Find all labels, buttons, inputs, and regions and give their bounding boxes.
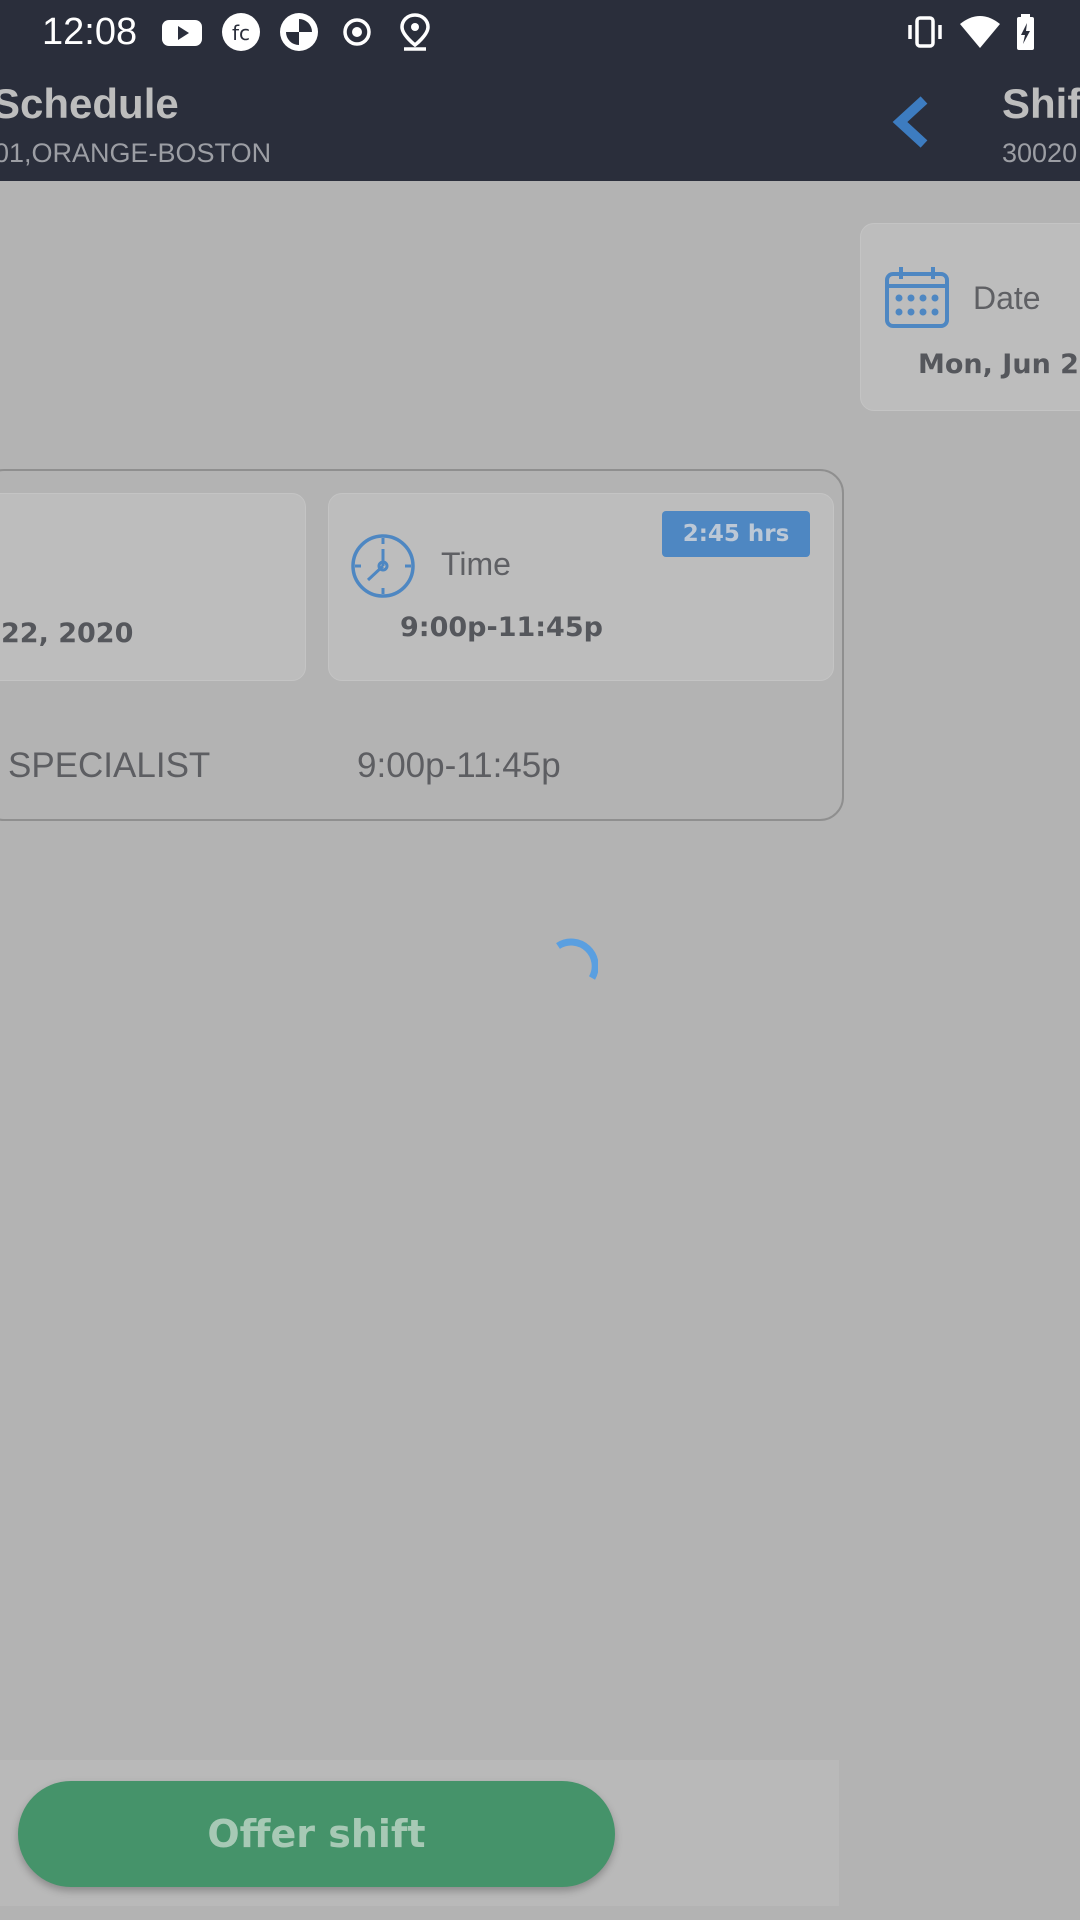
svg-text:fc: fc	[232, 21, 250, 45]
schedule-title: Schedule	[0, 80, 179, 127]
shift-subtitle: 30020	[1002, 138, 1078, 168]
offer-shift-button[interactable]: Offer shift	[18, 1781, 615, 1887]
shift-time: 9:00p-11:45p	[357, 746, 561, 785]
camera-shutter-icon	[277, 12, 321, 52]
app-header: Schedule 01,ORANGE-BOSTON Shif 30020	[0, 64, 1080, 181]
chevron-left-icon	[892, 96, 928, 148]
battery-charging-icon	[1006, 12, 1050, 52]
record-icon	[335, 12, 379, 52]
shift-title: Shif	[1002, 80, 1080, 127]
date-label: Date	[973, 280, 1041, 316]
shift-role: SPECIALIST	[8, 746, 211, 785]
fc-app-icon: fc	[219, 12, 263, 52]
date-card-left: 22, 2020	[0, 493, 306, 681]
date-card-right: Date Mon, Jun 22	[860, 223, 1080, 411]
back-button[interactable]	[882, 86, 942, 158]
location-pin-icon	[393, 12, 437, 52]
date-value: Mon, Jun 22	[918, 349, 1080, 380]
duration-badge: 2:45 hrs	[662, 511, 810, 557]
status-bar: 12:08 fc	[0, 0, 1080, 64]
wifi-icon	[958, 12, 1002, 52]
clock-icon	[349, 532, 417, 600]
calendar-icon	[883, 264, 951, 332]
time-label: Time	[441, 546, 511, 582]
youtube-icon	[160, 12, 204, 52]
vibrate-icon	[903, 12, 947, 52]
status-time: 12:08	[42, 11, 138, 53]
time-value: 9:00p-11:45p	[400, 612, 603, 643]
schedule-subtitle: 01,ORANGE-BOSTON	[0, 138, 272, 168]
loading-spinner	[538, 938, 598, 998]
date-value-left: 22, 2020	[1, 618, 134, 649]
